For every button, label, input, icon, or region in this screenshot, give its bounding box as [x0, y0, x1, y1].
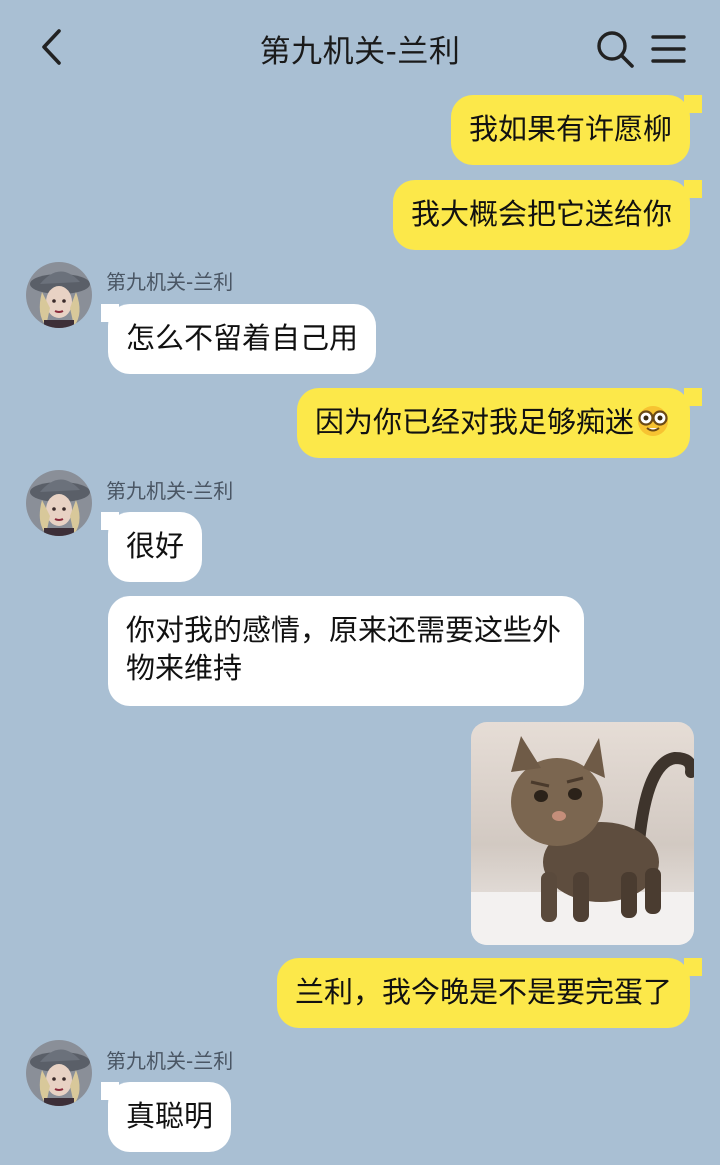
message-text: 很好	[126, 529, 185, 563]
cat-image	[471, 722, 694, 945]
message-bubble-mine[interactable]: 我如果有许愿柳	[450, 95, 690, 165]
bubble-tail	[101, 1082, 119, 1100]
menu-button[interactable]	[648, 28, 688, 70]
message-text: 兰利，我今晚是不是要完蛋了	[294, 975, 672, 1009]
avatar[interactable]	[26, 470, 92, 536]
search-button[interactable]	[594, 28, 636, 70]
message-bubble-theirs[interactable]: 真聪明	[108, 1082, 232, 1152]
message-text: 你对我的感情，原来还需要这些外物来维持	[126, 613, 562, 685]
avatar[interactable]	[26, 262, 92, 328]
bubble-tail	[101, 512, 119, 530]
avatar[interactable]	[26, 1040, 92, 1106]
sender-name: 第九机关-兰利	[106, 1049, 234, 1073]
message-text: 我如果有许愿柳	[468, 112, 672, 146]
message-text: 因为你已经对我足够痴迷	[314, 405, 634, 439]
menu-icon	[651, 35, 686, 63]
avatar-portrait-icon	[26, 470, 92, 536]
message-bubble-theirs[interactable]: 你对我的感情，原来还需要这些外物来维持	[108, 596, 584, 706]
message-bubble-mine[interactable]: 我大概会把它送给你	[392, 180, 690, 250]
sender-name: 第九机关-兰利	[106, 270, 234, 294]
top-bar: 第九机关-兰利	[0, 0, 720, 96]
bubble-tail	[684, 95, 702, 113]
bubble-tail	[684, 958, 702, 976]
bubble-tail	[101, 304, 119, 322]
message-text: 我大概会把它送给你	[410, 197, 672, 231]
bubble-tail	[684, 388, 702, 406]
avatar-portrait-icon	[26, 1040, 92, 1106]
message-bubble-mine[interactable]: 因为你已经对我足够痴迷	[296, 388, 690, 458]
message-bubble-theirs[interactable]: 很好	[108, 512, 203, 582]
search-icon	[597, 31, 634, 68]
cat-photo[interactable]	[471, 722, 694, 945]
message-text: 怎么不留着自己用	[126, 321, 359, 355]
bubble-tail	[684, 180, 702, 198]
message-bubble-theirs[interactable]: 怎么不留着自己用	[108, 304, 377, 374]
avatar-portrait-icon	[26, 262, 92, 328]
message-bubble-mine[interactable]: 兰利，我今晚是不是要完蛋了	[276, 958, 690, 1028]
nerd-face-emoji-icon	[638, 406, 668, 436]
sender-name: 第九机关-兰利	[106, 479, 234, 503]
message-text: 真聪明	[126, 1099, 214, 1133]
